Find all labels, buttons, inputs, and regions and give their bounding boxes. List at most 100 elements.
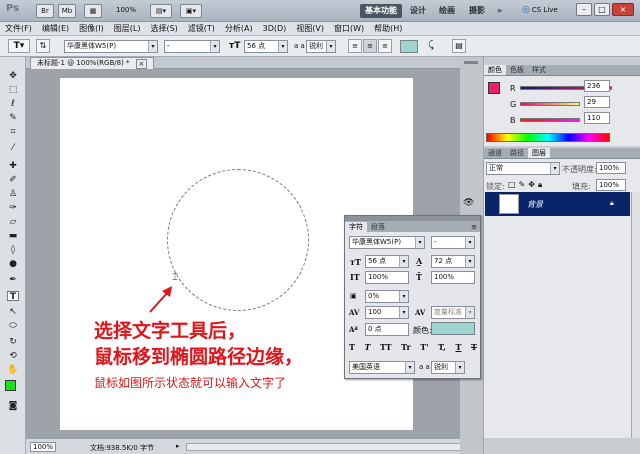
faux-italic-button[interactable]: T: [364, 342, 370, 352]
all-caps-button[interactable]: TT: [380, 342, 392, 352]
menu-help[interactable]: 帮助(H): [369, 22, 407, 35]
align-right-button[interactable]: ≡: [378, 39, 392, 53]
menu-file[interactable]: 文件(F): [0, 22, 37, 35]
dodge-tool-icon[interactable]: ●: [7, 259, 19, 269]
align-left-button[interactable]: ≡: [348, 39, 362, 53]
foreground-color-chip[interactable]: [488, 82, 500, 94]
color-spectrum-bar[interactable]: [486, 133, 610, 142]
type-tool-icon[interactable]: T: [7, 291, 19, 302]
crop-tool-icon[interactable]: ⌗: [7, 127, 19, 137]
quick-select-tool-icon[interactable]: ✎: [7, 113, 19, 123]
workspace-design[interactable]: 设计: [405, 4, 431, 18]
tab-layers[interactable]: 图层: [528, 148, 550, 158]
workspace-essentials[interactable]: 基本功能: [360, 4, 402, 18]
clone-stamp-tool-icon[interactable]: ♙: [7, 189, 19, 199]
tsume-select[interactable]: 0% ▾: [365, 290, 409, 303]
menu-filter[interactable]: 滤镜(T): [183, 22, 220, 35]
tab-character[interactable]: 字符: [345, 221, 367, 232]
more-workspaces-button[interactable]: »: [492, 4, 507, 18]
minimize-button[interactable]: –: [576, 3, 592, 16]
layers-scrollbar[interactable]: [631, 192, 640, 438]
r-value[interactable]: 236: [584, 80, 610, 92]
b-slider[interactable]: [520, 118, 580, 122]
document-tab[interactable]: 未标题-1 @ 100%(RGB/8) * ×: [30, 57, 155, 69]
path-selection-tool-icon[interactable]: ↖: [7, 307, 19, 317]
visibility-eye-icon[interactable]: 👁︎: [463, 198, 474, 208]
dock-grip[interactable]: [464, 61, 478, 64]
strikethrough-button[interactable]: T: [471, 342, 477, 352]
g-slider[interactable]: [520, 102, 580, 106]
menu-window[interactable]: 窗口(W): [329, 22, 369, 35]
gradient-tool-icon[interactable]: ▬: [7, 231, 19, 241]
subscript-button[interactable]: T,: [438, 342, 446, 352]
eraser-tool-icon[interactable]: ▱: [7, 217, 19, 227]
view-extras-button[interactable]: ▦: [84, 4, 102, 18]
blend-mode-select[interactable]: 正常 ▾: [486, 162, 560, 175]
char-color-swatch[interactable]: [431, 322, 475, 335]
tab-paragraph[interactable]: 段落: [367, 222, 389, 232]
close-tab-icon[interactable]: ×: [135, 58, 148, 69]
menu-view[interactable]: 视图(V): [291, 22, 329, 35]
character-panel-toggle[interactable]: ▤: [452, 39, 466, 53]
blur-tool-icon[interactable]: ◊: [7, 245, 19, 255]
char-leading-select[interactable]: 72 点 ▾: [431, 255, 475, 268]
tool-preset-picker[interactable]: T▾: [8, 39, 30, 53]
small-caps-button[interactable]: Tr: [401, 342, 411, 352]
menu-edit[interactable]: 编辑(E): [37, 22, 74, 35]
horizontal-scale-field[interactable]: 100%: [431, 271, 475, 284]
foreground-color-swatch[interactable]: [5, 380, 16, 391]
font-family-select[interactable]: 华康黑体W5(P) ▾: [64, 40, 158, 53]
opacity-value[interactable]: 100%: [596, 162, 626, 174]
font-size-select[interactable]: 56 点 ▾: [244, 40, 288, 53]
mini-bridge-button[interactable]: Mb: [58, 4, 76, 18]
cs-live-button[interactable]: ◎ CS Live: [522, 5, 558, 15]
baseline-shift-field[interactable]: 0 点: [365, 323, 409, 336]
b-value[interactable]: 110: [584, 112, 610, 124]
3d-orbit-tool-icon[interactable]: ⟲: [7, 351, 19, 361]
hand-tool-icon[interactable]: ✋: [7, 365, 19, 375]
zoom-field[interactable]: 100%: [30, 442, 56, 452]
ellipse-path[interactable]: [167, 169, 309, 311]
maximize-button[interactable]: □: [594, 3, 610, 16]
pen-tool-icon[interactable]: ✒: [7, 275, 19, 285]
fill-value[interactable]: 100%: [596, 179, 626, 191]
horizontal-scrollbar[interactable]: [186, 443, 466, 451]
eyedropper-tool-icon[interactable]: ⁄: [7, 143, 19, 153]
tab-swatches[interactable]: 色板: [506, 65, 528, 75]
faux-bold-button[interactable]: T: [349, 342, 355, 352]
font-style-select[interactable]: - ▾: [164, 40, 220, 53]
align-center-button[interactable]: ≡: [363, 39, 377, 53]
warp-text-icon[interactable]: ⤹: [428, 40, 434, 51]
underline-button[interactable]: T: [455, 342, 461, 352]
move-tool-icon[interactable]: ✥: [7, 71, 19, 81]
workspace-painting[interactable]: 绘画: [434, 4, 460, 18]
marquee-tool-icon[interactable]: ⬚: [7, 85, 19, 95]
menu-3d[interactable]: 3D(D): [258, 22, 292, 35]
char-font-family-select[interactable]: 华康黑体W5(P) ▾: [349, 236, 425, 249]
anti-alias-select[interactable]: 锐利 ▾: [306, 40, 336, 53]
workspace-photography[interactable]: 摄影: [464, 4, 490, 18]
status-menu-arrow-icon[interactable]: ▸: [176, 442, 180, 450]
char-font-style-select[interactable]: - ▾: [431, 236, 475, 249]
zoom-level[interactable]: 100%: [116, 6, 136, 14]
language-select[interactable]: 美国英语 ▾: [349, 361, 415, 374]
close-window-button[interactable]: ×: [612, 3, 634, 16]
quick-mask-icon[interactable]: ◙: [7, 401, 19, 411]
menu-layer[interactable]: 图层(L): [109, 22, 146, 35]
ellipse-tool-icon[interactable]: ⬭: [7, 321, 19, 331]
char-anti-alias-select[interactable]: 锐利 ▾: [431, 361, 465, 374]
history-brush-tool-icon[interactable]: ✑: [7, 203, 19, 213]
healing-brush-tool-icon[interactable]: ✚: [7, 161, 19, 171]
tab-channels[interactable]: 通道: [484, 148, 506, 158]
kerning-select[interactable]: 度量标准 ▾: [431, 306, 475, 319]
brush-tool-icon[interactable]: ✐: [7, 175, 19, 185]
bridge-button[interactable]: Br: [36, 4, 54, 18]
tab-paths[interactable]: 路径: [506, 148, 528, 158]
menu-analysis[interactable]: 分析(A): [220, 22, 258, 35]
tracking-select[interactable]: 100 ▾: [365, 306, 409, 319]
superscript-button[interactable]: T': [420, 342, 428, 352]
3d-rotate-tool-icon[interactable]: ↻: [7, 337, 19, 347]
menu-image[interactable]: 图像(I): [74, 22, 109, 35]
lasso-tool-icon[interactable]: ℓ: [7, 99, 19, 109]
tab-color[interactable]: 颜色: [484, 65, 506, 75]
